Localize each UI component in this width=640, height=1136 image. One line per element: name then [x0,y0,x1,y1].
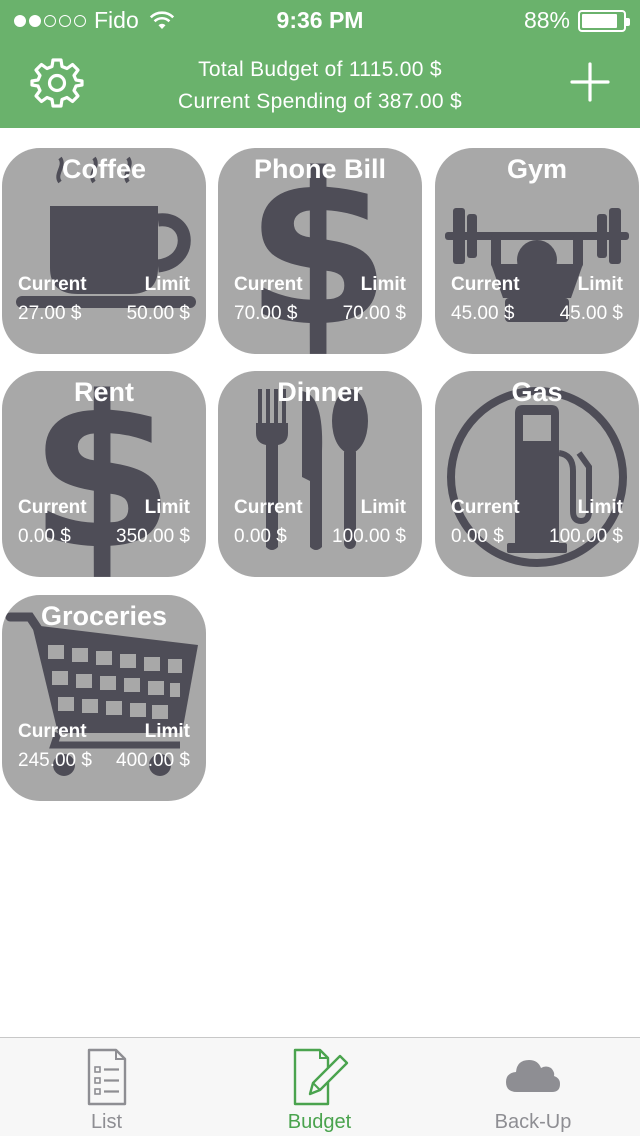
limit-label: Limit [360,274,406,295]
status-bar: Fido 9:36 PM 88% [0,0,640,40]
current-amount: 45.00 $ [451,303,515,324]
battery-percent: 88% [523,7,570,33]
category-name: Gas [511,377,563,407]
current-amount: 245.00 $ [18,750,92,771]
app-header: Fido 9:36 PM 88% Total Budget of 1115.00… [0,0,640,128]
current-amount: 70.00 $ [234,303,298,324]
category-tile-rent[interactable]: $ Rent Current Limit 0.00 $ 350.00 $ [2,371,206,577]
current-label: Current [234,274,303,295]
limit-label: Limit [360,497,406,518]
limit-amount: 100.00 $ [549,526,623,547]
limit-label: Limit [144,274,190,295]
category-tile-groceries[interactable]: Groceries Current Limit 245.00 $ 400.00 … [2,595,206,801]
limit-amount: 100.00 $ [332,526,406,547]
battery-icon [578,9,630,32]
category-tile-gym[interactable]: Gym Current Limit 45.00 $ 45.00 $ [435,148,639,354]
current-label: Current [234,497,303,518]
budget-summary: Total Budget of 1115.00 $ Current Spendi… [120,54,520,118]
status-right: 88% [523,7,630,34]
tab-list[interactable]: List [0,1038,213,1136]
current-label: Current [451,497,520,518]
current-amount: 0.00 $ [451,526,504,547]
edit-document-icon [293,1048,348,1106]
cloud-icon [506,1060,560,1092]
limit-label: Limit [577,497,623,518]
settings-gear-icon[interactable] [30,56,84,110]
add-category-button[interactable] [568,60,612,104]
total-budget-text: Total Budget of 1115.00 $ [198,58,442,81]
limit-label: Limit [577,274,623,295]
current-amount: 0.00 $ [18,526,71,547]
limit-amount: 400.00 $ [116,750,190,771]
tab-label: Back-Up [494,1111,572,1133]
tab-bar: List Budget Back-Up [0,1037,640,1136]
category-tile-phone-bill[interactable]: $ Phone Bill Current Limit 70.00 $ 70.00… [218,148,422,354]
category-name: Rent [74,377,134,407]
category-tile-coffee[interactable]: Coffee Current Limit 27.00 $ 50.00 $ [2,148,206,354]
category-tile-dinner[interactable]: Dinner Current Limit 0.00 $ 100.00 $ [218,371,422,577]
current-label: Current [18,497,87,518]
category-name: Coffee [61,154,146,184]
tab-label: List [90,1111,123,1133]
limit-label: Limit [144,721,190,742]
limit-label: Limit [144,497,190,518]
current-amount: 0.00 $ [234,526,287,547]
current-label: Current [18,721,87,742]
current-label: Current [451,274,520,295]
current-label: Current [18,274,87,295]
current-amount: 27.00 $ [18,303,82,324]
limit-amount: 45.00 $ [559,303,623,324]
tab-back-up[interactable]: Back-Up [426,1038,640,1136]
limit-amount: 350.00 $ [116,526,190,547]
category-tile-gas[interactable]: Gas Current Limit 0.00 $ 100.00 $ [435,371,639,577]
limit-amount: 70.00 $ [342,303,406,324]
tab-label: Budget [287,1111,352,1133]
list-document-icon [87,1048,126,1106]
tab-budget[interactable]: Budget [213,1038,426,1136]
category-name: Groceries [40,601,168,631]
category-name: Gym [506,154,568,184]
category-name: Phone Bill [253,154,386,184]
category-name: Dinner [277,377,363,407]
current-spending-text: Current Spending of 387.00 $ [178,90,462,113]
limit-amount: 50.00 $ [126,303,190,324]
